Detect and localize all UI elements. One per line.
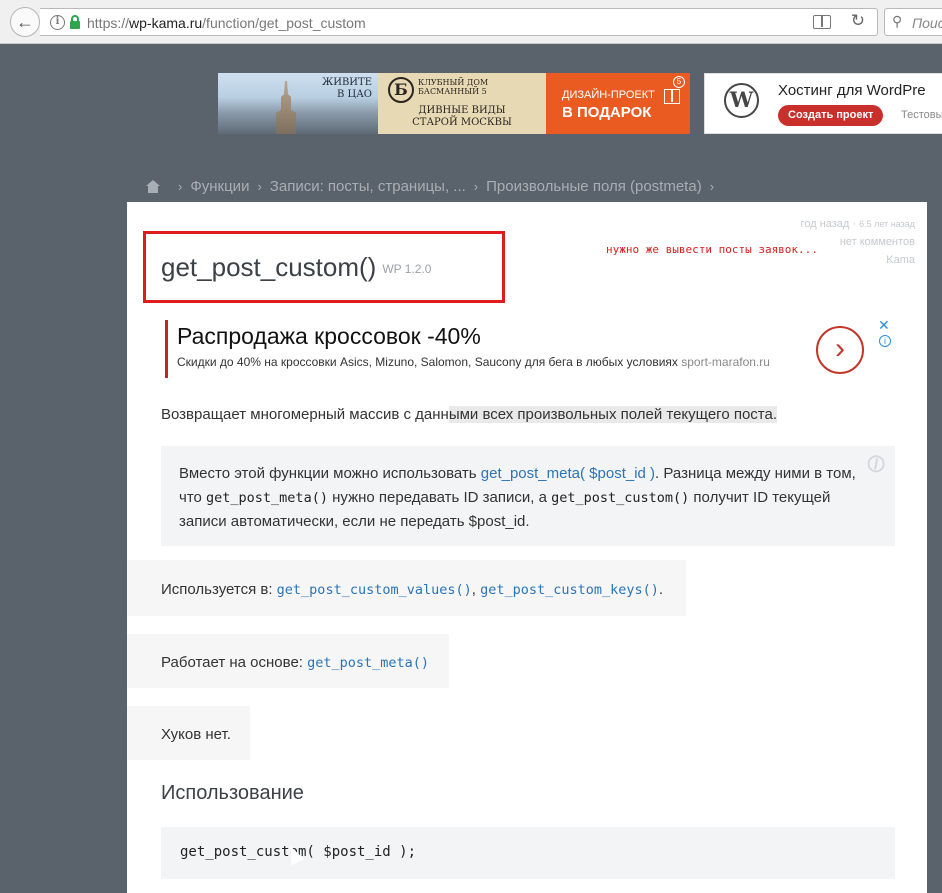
real-estate-ad-banner[interactable]: ЖИВИТЕ В ЦАО Б КЛУБНЫЙ ДОМ БАСМАННЫЙ 5 ДИВ…	[218, 73, 690, 134]
search-input[interactable]: ⚲ Поис	[884, 8, 942, 36]
lock-icon[interactable]	[70, 15, 80, 29]
ad-views-text: ДИВНЫЕ ВИДЫ СТАРОЙ МОСКВЫ	[378, 105, 546, 129]
get-post-custom-keys-link[interactable]: get_post_custom_keys()	[480, 582, 659, 598]
note-text-3: нужно передавать ID записи, а	[327, 489, 552, 506]
address-bar[interactable]: i https://wp-kama.ru/function/get_post_c…	[40, 8, 878, 36]
site-info-icon[interactable]: i	[50, 15, 65, 30]
ad-arrow-right-icon[interactable]: ›	[816, 326, 864, 374]
note-code-2: get_post_custom()	[551, 490, 690, 506]
usage-code-block[interactable]: get_post_custom( $post_id );	[161, 827, 895, 879]
sneakers-ad-desc-text: Скидки до 40% на кроссовки Asics, Mizuno…	[177, 355, 678, 369]
breadcrumb-item-functions[interactable]: Функции	[190, 178, 249, 195]
ad-live-line1: ЖИВИТЕ	[322, 77, 372, 88]
get-post-custom-values-link[interactable]: get_post_custom_values()	[277, 582, 472, 598]
sneakers-ad-headline[interactable]: Распродажа кроссовок -40%	[177, 323, 481, 350]
hooks-block: Хуков нет.	[127, 706, 250, 760]
ad-badge: 5	[673, 76, 685, 88]
ad-views-line1: ДИВНЫЕ ВИДЫ	[418, 105, 506, 116]
article-date-small: 6.5 лет назад	[859, 219, 915, 229]
breadcrumb-separator: ›	[473, 179, 479, 194]
wp-version-badge: WP 1.2.0	[382, 262, 432, 276]
home-icon[interactable]	[146, 180, 160, 193]
used-in-end: .	[658, 581, 664, 598]
reader-view-icon[interactable]	[813, 15, 831, 29]
ad-club-logo: Б	[388, 77, 414, 103]
used-in-label: Используется в:	[161, 581, 277, 598]
note-box: Вместо этой функции можно использовать g…	[161, 446, 895, 546]
sneakers-ad[interactable]: Распродажа кроссовок -40% Скидки до 40% …	[165, 320, 897, 378]
used-in-separator: ,	[471, 581, 481, 598]
create-project-button[interactable]: Создать проект	[778, 105, 884, 126]
ad-club-name: КЛУБНЫЙ ДОМ БАСМАННЫЙ 5	[418, 78, 488, 96]
hosting-ad-subtext: Тестовы	[901, 109, 942, 121]
hosting-ad-title: Хостинг для WordPre	[778, 82, 926, 99]
ad-city-photo: ЖИВИТЕ В ЦАО	[218, 73, 378, 134]
wordpress-logo-icon: W	[724, 83, 759, 118]
sneakers-ad-description: Скидки до 40% на кроссовки Asics, Mizuno…	[177, 355, 770, 369]
handwritten-annotation: нужно же вывести посты заявок...	[606, 243, 818, 256]
ad-close-icon[interactable]: ✕	[878, 317, 890, 334]
reload-icon[interactable]: ↻	[851, 11, 865, 31]
usage-heading: Использование	[161, 782, 304, 804]
back-arrow-icon[interactable]: ←	[10, 7, 40, 37]
ad-promo-panel: ДИЗАЙН-ПРОЕКТ В ПОДАРОК 5	[546, 73, 690, 134]
note-code-1: get_post_meta()	[206, 490, 328, 506]
search-placeholder: Поис	[912, 15, 942, 31]
url-path: /function/get_post_custom	[202, 15, 366, 31]
based-on-block: Работает на основе: get_post_meta()	[127, 634, 449, 688]
ad-club-line1: КЛУБНЫЙ ДОМ	[418, 78, 489, 87]
breadcrumb-separator: ›	[709, 179, 715, 194]
ad-views-line2: СТАРОЙ МОСКВЫ	[412, 117, 512, 128]
ad-tower-graphic	[276, 81, 296, 134]
ad-club-panel: Б КЛУБНЫЙ ДОМ БАСМАННЫЙ 5 ДИВНЫЕ ВИДЫ СТАР…	[378, 73, 546, 134]
breadcrumb-item-postmeta[interactable]: Произвольные поля (postmeta)	[486, 178, 702, 195]
ad-club-line2: БАСМАННЫЙ 5	[418, 87, 487, 96]
ad-promo-line1: ДИЗАЙН-ПРОЕКТ	[562, 89, 655, 101]
url-host: wp-kama.ru	[129, 15, 203, 31]
description-part-b: ыми всех произвольных полей текущего пос…	[448, 406, 778, 423]
breadcrumb-separator: ›	[257, 179, 262, 194]
ad-live-line2: В ЦАО	[336, 89, 372, 100]
article-date: год назад · 6.5 лет назад	[800, 218, 915, 230]
article-date-text: год назад	[800, 218, 850, 230]
gift-icon	[664, 89, 680, 104]
url-text[interactable]: https://wp-kama.ru/function/get_post_cus…	[87, 15, 366, 31]
ad-promo-line2: В ПОДАРОК	[562, 104, 652, 121]
breadcrumb: › Функции › Записи: посты, страницы, ...…	[146, 178, 722, 195]
sneakers-ad-domain: sport-marafon.ru	[681, 355, 770, 369]
url-scheme: https://	[87, 15, 130, 31]
article-meta: год назад · 6.5 лет назад нет комментов …	[801, 215, 915, 269]
page-title: get_post_custom() WP 1.2.0	[161, 252, 431, 283]
get-post-meta-link[interactable]: get_post_meta( $post_id )	[481, 465, 655, 482]
ad-info-icon[interactable]: i	[879, 335, 891, 347]
based-on-get-post-meta-link[interactable]: get_post_meta()	[307, 655, 429, 671]
based-on-label: Работает на основе:	[161, 654, 308, 671]
breadcrumb-item-posts[interactable]: Записи: посты, страницы, ...	[270, 178, 466, 195]
browser-toolbar: ← i https://wp-kama.ru/function/get_post…	[0, 0, 942, 44]
function-description: Возвращает многомерный массив с данными …	[161, 406, 778, 423]
ad-live-text: ЖИВИТЕ В ЦАО	[322, 77, 372, 101]
breadcrumb-separator: ›	[178, 179, 183, 194]
search-icon: ⚲	[892, 13, 903, 29]
note-text-1: Вместо этой функции можно использовать	[179, 465, 481, 482]
article-card: год назад · 6.5 лет назад нет комментов …	[127, 202, 927, 893]
hosting-ad-banner[interactable]: W Хостинг для WordPre Создать проект Тес…	[704, 73, 942, 134]
function-name: get_post_custom()	[161, 252, 377, 282]
description-part-a: Возвращает многомерный массив с данн	[161, 406, 449, 423]
used-in-block: Используется в: get_post_custom_values()…	[127, 560, 686, 616]
